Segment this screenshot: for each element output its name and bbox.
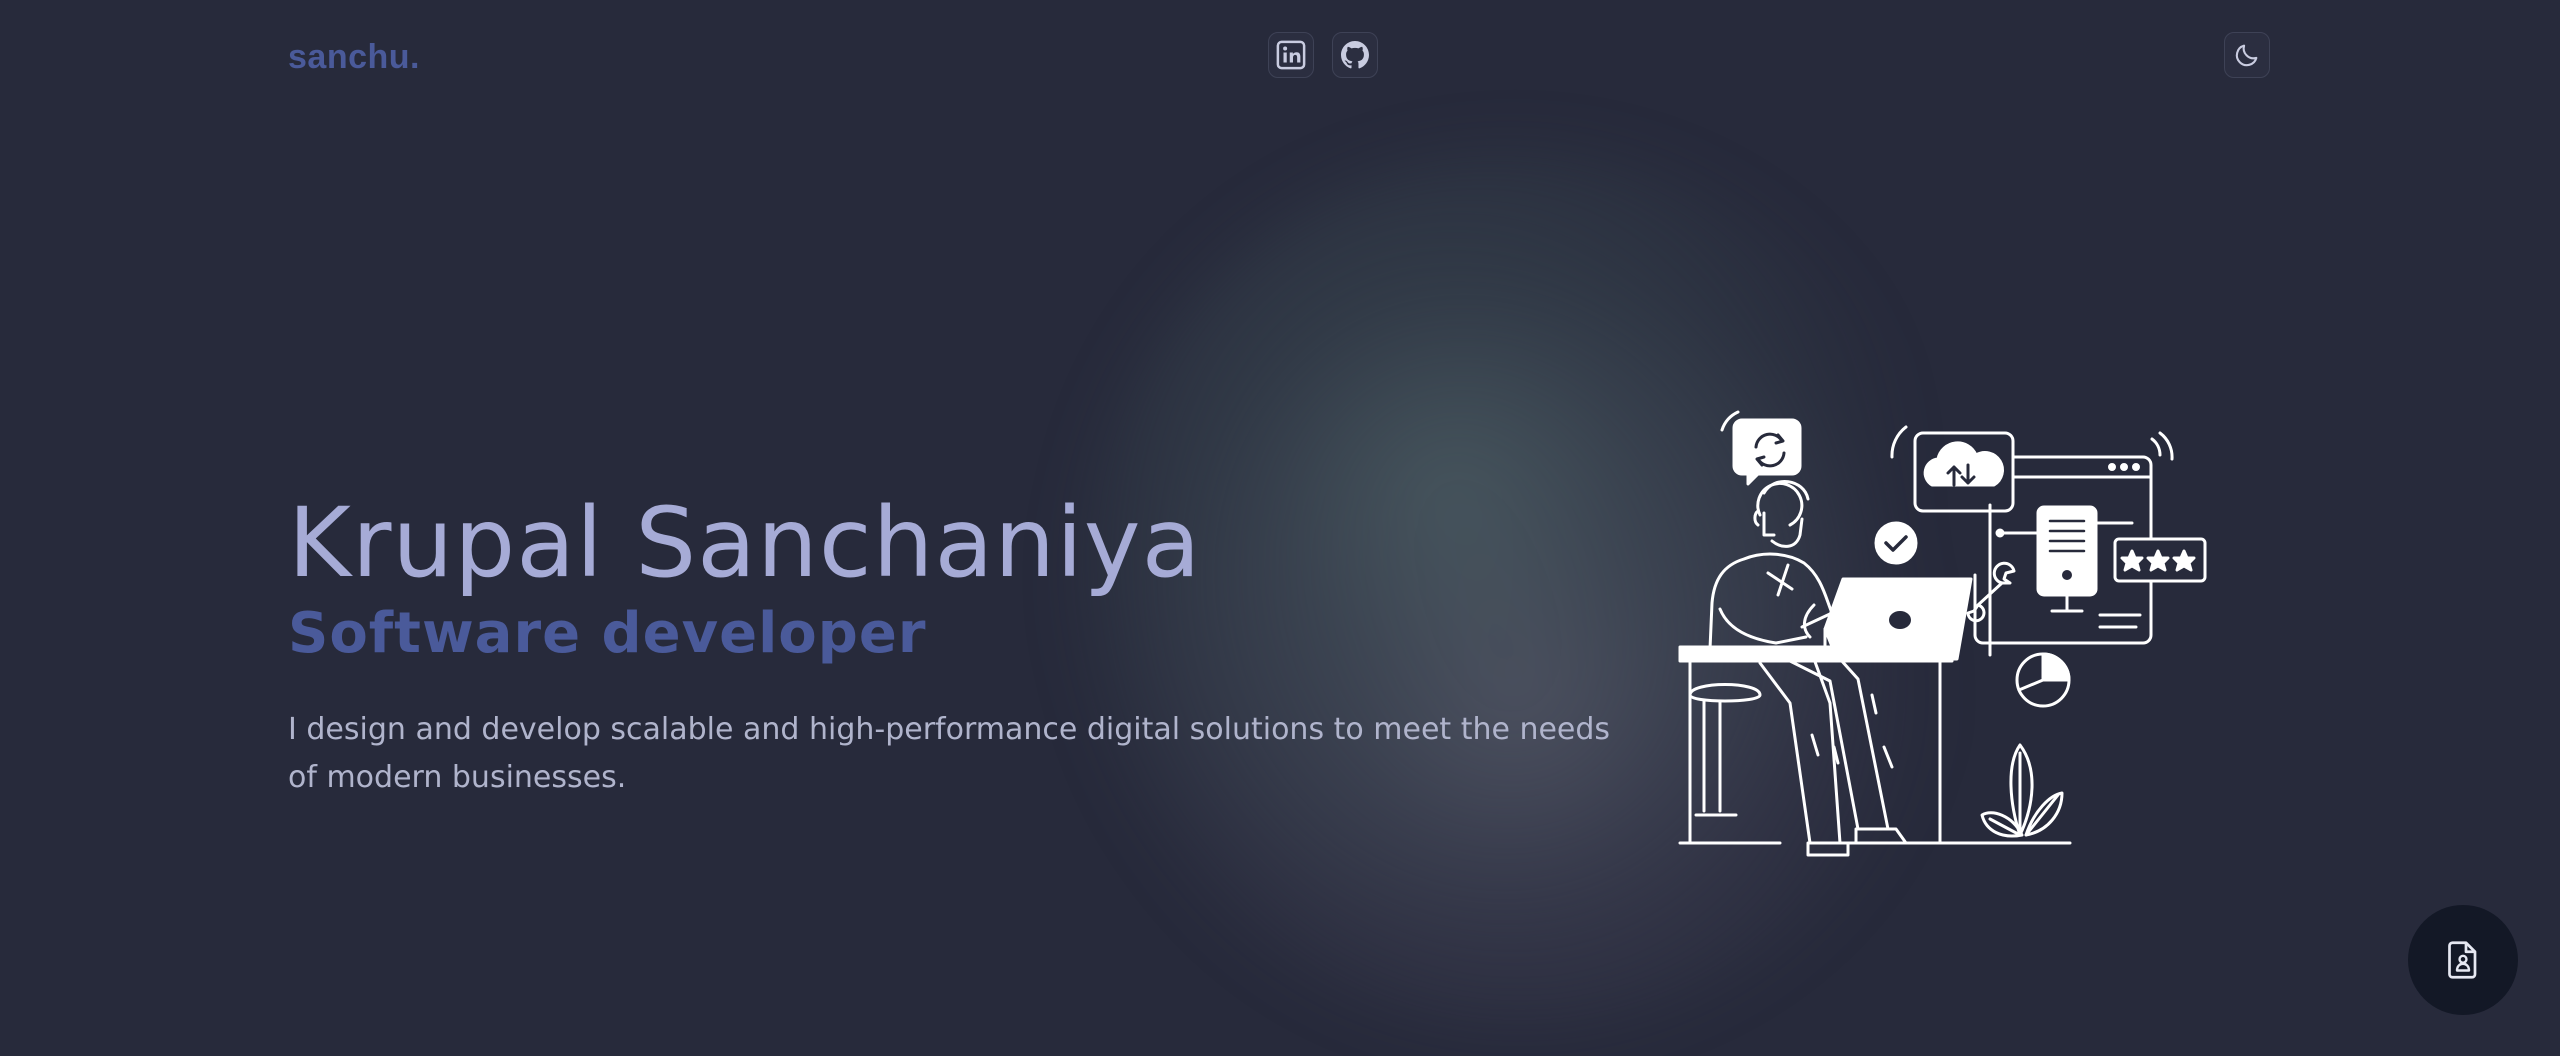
developer-at-laptop-illustration: [1678, 410, 2207, 857]
moon-icon: [2235, 44, 2258, 67]
resume-button[interactable]: [2408, 905, 2518, 1015]
theme-toggle-button[interactable]: [2224, 32, 2270, 78]
hero-role: Software developer: [288, 601, 927, 666]
resume-file-icon: [2448, 941, 2477, 979]
social-links: [1268, 32, 1378, 78]
github-icon: [1341, 41, 1369, 69]
hero-name: Krupal Sanchaniya: [288, 487, 1202, 599]
hero-section: Krupal Sanchaniya Software developer I d…: [288, 488, 1628, 802]
page: sanchu. Krupal Sanchaniya Software devel…: [0, 0, 2560, 1056]
github-link[interactable]: [1332, 32, 1378, 78]
hero-description: I design and develop scalable and high-p…: [288, 712, 1611, 795]
site-logo[interactable]: sanchu.: [288, 38, 420, 77]
site-header: sanchu.: [0, 0, 2560, 116]
linkedin-icon: [1276, 40, 1306, 70]
linkedin-link[interactable]: [1268, 32, 1314, 78]
